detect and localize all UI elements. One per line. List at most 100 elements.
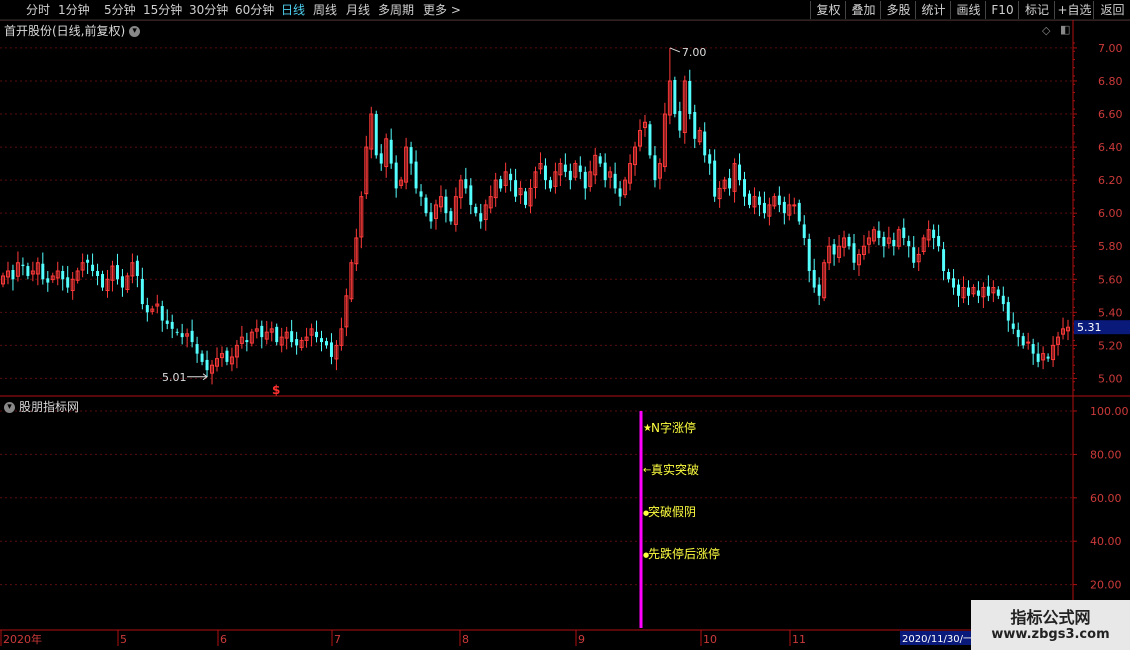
indicator-title: ▾ 股朋指标网 xyxy=(4,398,79,415)
candle-body xyxy=(499,179,503,189)
candle-body xyxy=(1006,302,1010,321)
candle-body xyxy=(907,240,911,247)
date-label: 9 xyxy=(578,633,585,646)
price-tick-label: 7.00 xyxy=(1098,42,1123,55)
candle-body xyxy=(469,185,473,205)
watermark: 指标公式网 www.zbgs3.com xyxy=(971,600,1130,650)
candle-body xyxy=(414,161,418,189)
candle-body xyxy=(966,287,970,296)
candle-body xyxy=(275,326,279,343)
current-price-label: 5.31 xyxy=(1077,321,1102,334)
candle-body xyxy=(180,333,184,338)
date-label: 7 xyxy=(334,633,341,646)
kline-chart[interactable]: 5.00 5.20 5.40 5.60 5.80 6.00 6.20 6.40 6.60 6.80… xyxy=(0,0,1130,650)
candle-body xyxy=(135,260,139,276)
cursor-date-label: 2020/11/30/一 xyxy=(902,634,973,645)
chevron-down-icon[interactable]: ▾ xyxy=(4,402,15,413)
candle-body xyxy=(389,139,393,164)
date-label: 5 xyxy=(120,633,127,646)
candle-body xyxy=(101,273,105,288)
date-label: 6 xyxy=(220,633,227,646)
candle-body xyxy=(1001,295,1005,305)
signal-label-3: 先跌停后涨停 xyxy=(648,546,720,561)
candle-body xyxy=(195,344,199,354)
candle-body xyxy=(792,204,797,207)
date-label: 8 xyxy=(462,633,469,646)
candle-body xyxy=(514,180,518,197)
candle-body xyxy=(379,153,383,164)
candle-body xyxy=(802,224,806,238)
candle-body xyxy=(429,212,433,222)
candle-body xyxy=(618,188,622,197)
candle-body xyxy=(315,331,319,338)
candle-body xyxy=(902,227,906,238)
candle-body xyxy=(653,155,657,181)
candle-body xyxy=(578,165,582,172)
date-label: 11 xyxy=(792,633,806,646)
price-tick-label: 6.00 xyxy=(1098,207,1123,220)
watermark-url: www.zbgs3.com xyxy=(991,627,1110,642)
price-tick-label: 6.40 xyxy=(1098,141,1123,154)
candle-body xyxy=(708,154,712,164)
main-chart-title: 首开股份(日线,前复权) ▾ xyxy=(4,22,141,39)
candle-body xyxy=(892,239,896,247)
candle-body xyxy=(648,124,652,156)
candle-body xyxy=(46,278,50,283)
candle-body xyxy=(817,284,821,296)
candle-body xyxy=(115,265,119,280)
candle-body xyxy=(548,180,552,189)
candle-body xyxy=(986,286,990,296)
chevron-down-icon[interactable]: ▾ xyxy=(129,26,141,37)
candle-body xyxy=(877,230,881,238)
candle-body xyxy=(728,178,732,189)
main-chart-title-text: 首开股份(日线,前复权) xyxy=(4,24,126,38)
candle-body xyxy=(61,271,65,280)
candle-body xyxy=(320,338,323,343)
candle-body xyxy=(26,266,30,276)
candle-body xyxy=(11,270,15,280)
price-tick-label: 5.40 xyxy=(1098,306,1123,319)
candle-body xyxy=(524,191,528,205)
candle-body xyxy=(474,206,478,214)
candle-body xyxy=(190,330,194,343)
candle-body xyxy=(444,196,448,214)
candle-body xyxy=(937,235,941,247)
signal-label-0: N字涨停 xyxy=(651,420,696,435)
dollar-marker: $ xyxy=(272,383,280,397)
candle-body xyxy=(703,131,707,156)
candle-body xyxy=(66,277,70,288)
price-tick-label: 5.60 xyxy=(1098,273,1123,286)
candle-body xyxy=(424,197,428,214)
candle-body xyxy=(738,164,742,181)
candle-body xyxy=(673,79,677,115)
candle-body xyxy=(41,263,45,280)
candle-body xyxy=(509,173,513,181)
candle-body xyxy=(96,271,100,276)
candle-body xyxy=(603,162,607,181)
diamond-icon[interactable]: ◇ xyxy=(1042,24,1050,37)
candle-body xyxy=(757,196,761,205)
candle-body xyxy=(543,165,547,181)
candle-body xyxy=(832,244,836,255)
candle-body xyxy=(563,164,567,172)
panel-toggle-icon[interactable]: ◧ xyxy=(1060,23,1070,36)
candle-body xyxy=(812,270,816,288)
candle-body xyxy=(1031,344,1035,354)
candle-body xyxy=(464,179,468,189)
candle-body xyxy=(160,306,164,321)
candle-body xyxy=(479,213,483,222)
candle-body xyxy=(374,114,378,156)
candle-body xyxy=(324,341,328,346)
candle-body xyxy=(295,339,299,346)
candle-body xyxy=(996,289,1000,296)
candle-body xyxy=(952,278,956,288)
indicator-tick-label: 100.00 xyxy=(1090,405,1129,418)
candle-body xyxy=(847,236,851,247)
candle-body xyxy=(1026,341,1031,344)
candle-body xyxy=(449,211,453,222)
candle-body xyxy=(260,325,264,338)
candle-body xyxy=(165,320,169,324)
candle-body xyxy=(1036,353,1040,362)
candle-body xyxy=(290,331,294,343)
candle-body xyxy=(1046,356,1050,359)
